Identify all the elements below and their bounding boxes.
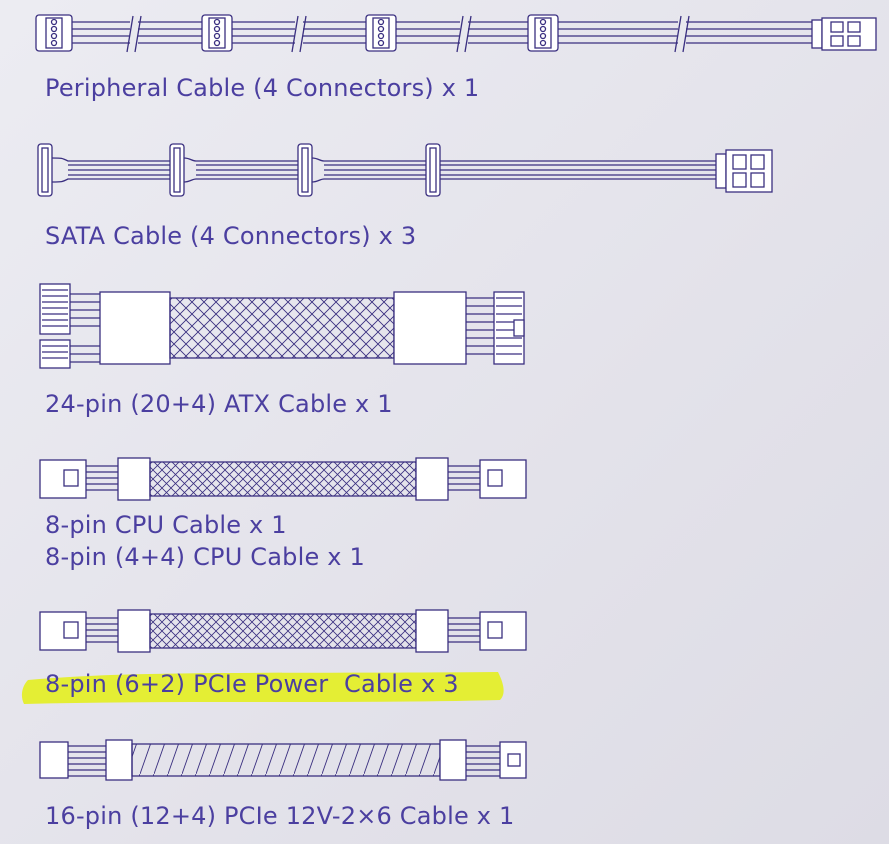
atx-cable-diagram bbox=[0, 278, 889, 374]
peripheral-cable-diagram bbox=[0, 10, 889, 58]
sata-cable-label: SATA Cable (4 Connectors) x 3 bbox=[45, 222, 417, 250]
cpu-cable-label: 8-pin CPU Cable x 1 bbox=[45, 511, 287, 539]
pcie-cable-label: 8-pin (6+2) PCIe Power Cable x 3 bbox=[45, 670, 459, 698]
cpu-cable-diagram bbox=[0, 452, 889, 508]
sata-cable-diagram bbox=[0, 138, 889, 202]
peripheral-cable-label: Peripheral Cable (4 Connectors) x 1 bbox=[45, 74, 480, 102]
atx-cable-label: 24-pin (20+4) ATX Cable x 1 bbox=[45, 390, 393, 418]
pcie-cable-diagram bbox=[0, 604, 889, 660]
12v-2x6-cable-diagram bbox=[0, 734, 889, 786]
cpu-4plus4-cable-label: 8-pin (4+4) CPU Cable x 1 bbox=[45, 543, 365, 571]
12v-2x6-cable-label: 16-pin (12+4) PCIe 12V-2×6 Cable x 1 bbox=[45, 802, 515, 830]
